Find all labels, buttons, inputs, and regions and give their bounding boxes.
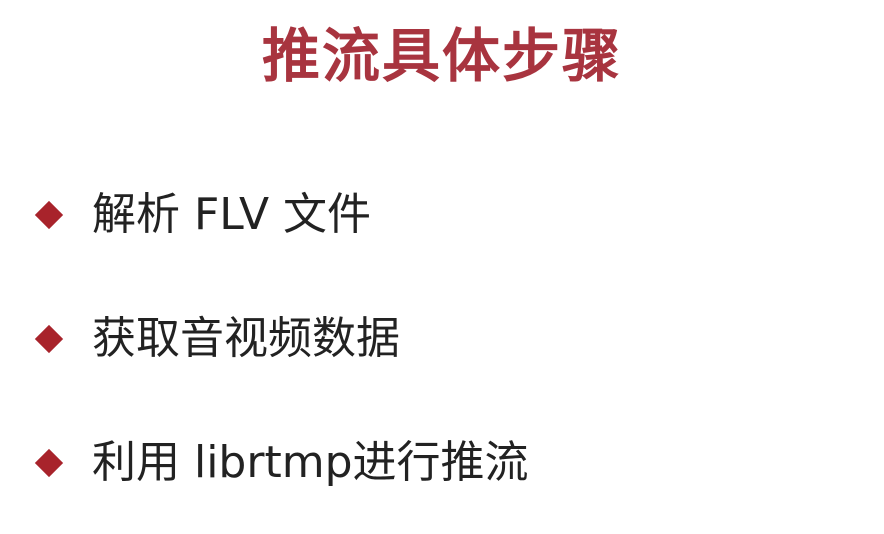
diamond-bullet-icon bbox=[36, 450, 62, 476]
diamond-bullet-icon bbox=[36, 202, 62, 228]
bullet-item: 利用 librtmp进行推流 bbox=[36, 428, 529, 498]
bullet-item: 获取音视频数据 bbox=[36, 304, 529, 374]
bullet-text-librtmp-push: 利用 librtmp进行推流 bbox=[92, 437, 529, 488]
diamond-bullet-icon bbox=[36, 326, 62, 352]
bullet-text-get-av-data: 获取音视频数据 bbox=[92, 313, 400, 364]
bullet-text-parse-flv: 解析 FLV 文件 bbox=[92, 189, 372, 240]
slide: 推流具体步骤 解析 FLV 文件 获取音视频数据 利用 librtmp进行推流 bbox=[0, 0, 884, 534]
bullet-item: 解析 FLV 文件 bbox=[36, 180, 529, 250]
slide-title: 推流具体步骤 bbox=[261, 22, 622, 90]
bullet-list: 解析 FLV 文件 获取音视频数据 利用 librtmp进行推流 bbox=[36, 180, 529, 498]
